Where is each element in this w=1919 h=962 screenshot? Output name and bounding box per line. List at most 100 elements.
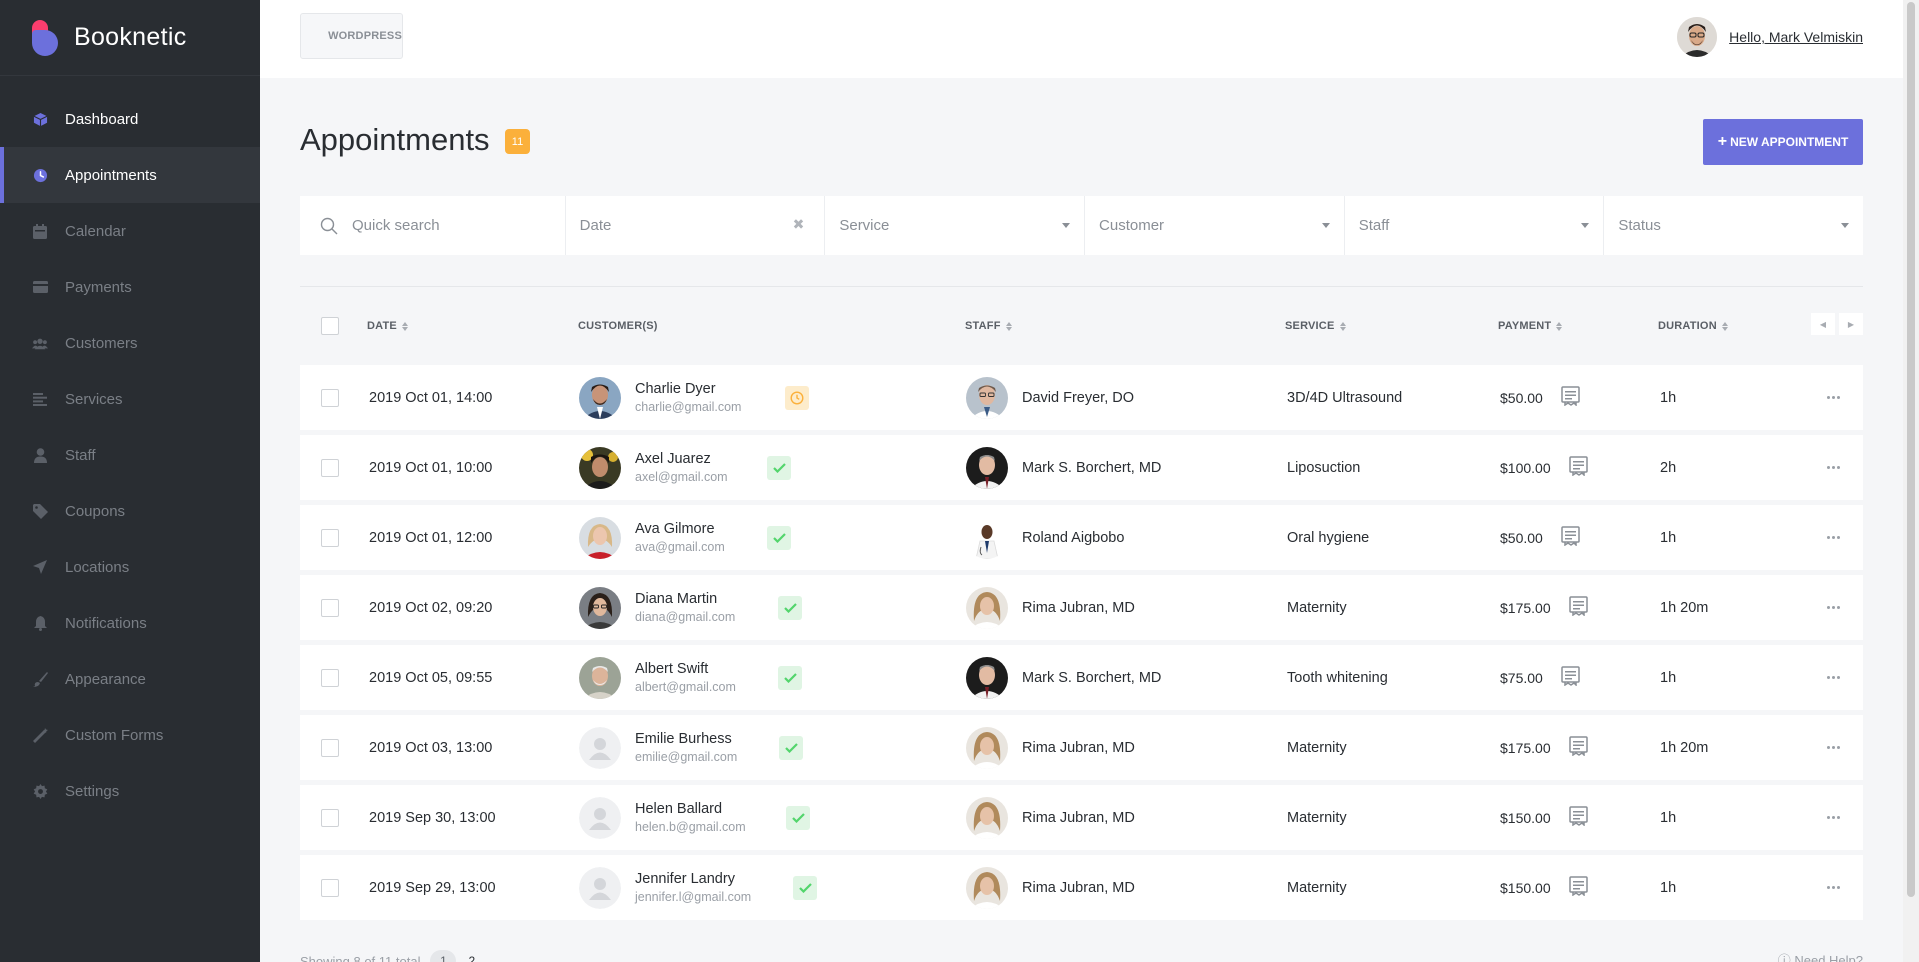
user-greeting[interactable]: Hello, Mark Velmiskin	[1729, 29, 1863, 45]
table-row[interactable]: 2019 Oct 03, 13:00 Emilie Burhess emilie@…	[300, 715, 1863, 780]
customer-cell[interactable]: Jennifer Landry jennifer.l@gmail.com	[579, 855, 751, 920]
table-row[interactable]: 2019 Oct 02, 09:20 Diana Martin diana@gma…	[300, 575, 1863, 640]
receipt-icon[interactable]	[1568, 736, 1588, 759]
sidebar-item-coupons[interactable]: Coupons	[0, 483, 260, 539]
customer-cell[interactable]: Axel Juarez axel@gmail.com	[579, 435, 728, 500]
column-date[interactable]: DATE	[367, 320, 409, 332]
sidebar-item-locations[interactable]: Locations	[0, 539, 260, 595]
row-checkbox[interactable]	[321, 855, 339, 920]
receipt-icon[interactable]	[1568, 876, 1588, 899]
service-name: Maternity	[1287, 599, 1347, 616]
status-approved-badge[interactable]	[778, 666, 802, 690]
appointment-date: 2019 Oct 01, 12:00	[369, 529, 493, 546]
select-all-checkbox[interactable]	[321, 317, 339, 335]
status-approved-badge[interactable]	[793, 876, 817, 900]
date-filter[interactable]: Date ✖	[566, 196, 826, 255]
user-menu[interactable]: Hello, Mark Velmiskin	[1677, 17, 1863, 57]
row-checkbox[interactable]	[321, 715, 339, 780]
sidebar-item-notifications[interactable]: Notifications	[0, 595, 260, 651]
credit-card-icon	[32, 279, 48, 295]
more-actions-icon[interactable]	[1827, 645, 1840, 710]
customer-cell[interactable]: Helen Ballard helen.b@gmail.com	[579, 785, 746, 850]
status-filter[interactable]: Status	[1604, 196, 1863, 255]
sidebar-item-services[interactable]: Services	[0, 371, 260, 427]
table-row[interactable]: 2019 Oct 01, 12:00 Ava Gilmore ava@gmail.…	[300, 505, 1863, 570]
more-actions-icon[interactable]	[1827, 715, 1840, 780]
sidebar-item-customers[interactable]: Customers	[0, 315, 260, 371]
receipt-icon[interactable]	[1568, 456, 1588, 479]
brand[interactable]: Booknetic	[0, 0, 260, 76]
receipt-icon[interactable]	[1561, 526, 1580, 549]
page-button-next[interactable]: 2	[468, 954, 475, 962]
check-icon	[783, 603, 797, 613]
scrollbar-thumb[interactable]	[1907, 2, 1915, 897]
receipt-icon[interactable]	[1568, 806, 1588, 829]
sidebar-item-appointments[interactable]: Appointments	[0, 147, 260, 203]
duration: 1h 20m	[1660, 599, 1709, 616]
table-row[interactable]: 2019 Sep 30, 13:00 Helen Ballard helen.b@…	[300, 785, 1863, 850]
customer-cell[interactable]: Emilie Burhess emilie@gmail.com	[579, 715, 737, 780]
new-appointment-button[interactable]: + NEW APPOINTMENT	[1703, 119, 1863, 165]
more-actions-icon[interactable]	[1827, 855, 1840, 920]
more-actions-icon[interactable]	[1827, 505, 1840, 570]
need-help-link[interactable]: ⓘ Need Help?	[1778, 950, 1863, 962]
service-filter[interactable]: Service	[825, 196, 1086, 255]
status-pending-badge[interactable]	[785, 386, 809, 410]
customer-email: diana@gmail.com	[635, 610, 736, 624]
page-scrollbar[interactable]	[1903, 0, 1919, 962]
column-staff[interactable]: STAFF	[965, 320, 1013, 332]
status-approved-badge[interactable]	[767, 456, 791, 480]
row-checkbox[interactable]	[321, 505, 339, 570]
row-checkbox[interactable]	[321, 435, 339, 500]
more-actions-icon[interactable]	[1827, 435, 1840, 500]
customer-cell[interactable]: Ava Gilmore ava@gmail.com	[579, 505, 725, 570]
customer-cell[interactable]: Charlie Dyer charlie@gmail.com	[579, 365, 741, 430]
status-approved-badge[interactable]	[778, 596, 802, 620]
customer-email: albert@gmail.com	[635, 680, 736, 694]
payment-cell: $100.00	[1500, 435, 1588, 500]
row-checkbox[interactable]	[321, 645, 339, 710]
sidebar-item-custom-forms[interactable]: Custom Forms	[0, 707, 260, 763]
clear-date-icon[interactable]: ✖	[793, 216, 805, 233]
customer-avatar	[579, 586, 621, 629]
column-service[interactable]: SERVICE	[1285, 320, 1347, 332]
more-actions-icon[interactable]	[1827, 575, 1840, 640]
more-actions-icon[interactable]	[1827, 785, 1840, 850]
sidebar-item-staff[interactable]: Staff	[0, 427, 260, 483]
sidebar-item-settings[interactable]: Settings	[0, 763, 260, 819]
column-payment[interactable]: PAYMENT	[1498, 320, 1563, 332]
user-avatar[interactable]	[1677, 17, 1718, 57]
staff-filter[interactable]: Staff	[1345, 196, 1605, 255]
page-button-current[interactable]: 1	[430, 950, 457, 962]
back-to-wordpress-button[interactable]: WORDPRESS	[300, 13, 403, 59]
row-checkbox[interactable]	[321, 575, 339, 640]
sidebar-item-appearance[interactable]: Appearance	[0, 651, 260, 707]
customer-filter[interactable]: Customer	[1085, 196, 1345, 255]
status-approved-badge[interactable]	[767, 526, 791, 550]
table-row[interactable]: 2019 Oct 01, 14:00 Charlie Dyer charlie@g…	[300, 365, 1863, 430]
receipt-icon[interactable]	[1561, 666, 1580, 689]
appointment-date: 2019 Sep 29, 13:00	[369, 879, 496, 896]
table-row[interactable]: 2019 Sep 29, 13:00 Jennifer Landry jennif…	[300, 855, 1863, 920]
status-approved-badge[interactable]	[779, 736, 803, 760]
sidebar-item-calendar[interactable]: Calendar	[0, 203, 260, 259]
chevron-left-icon[interactable]: ◀	[1811, 313, 1835, 335]
sidebar-item-payments[interactable]: Payments	[0, 259, 260, 315]
receipt-icon[interactable]	[1568, 596, 1588, 619]
more-actions-icon[interactable]	[1827, 365, 1840, 430]
table-row[interactable]: 2019 Oct 05, 09:55 Albert Swift albert@gm…	[300, 645, 1863, 710]
customer-name: Jennifer Landry	[635, 871, 735, 887]
customer-cell[interactable]: Albert Swift albert@gmail.com	[579, 645, 736, 710]
column-duration[interactable]: DURATION	[1658, 320, 1729, 332]
customer-cell[interactable]: Diana Martin diana@gmail.com	[579, 575, 735, 640]
sidebar-item-dashboard[interactable]: Dashboard	[0, 91, 260, 147]
pending-clock-icon	[790, 391, 804, 405]
table-row[interactable]: 2019 Oct 01, 10:00 Axel Juarez axel@gmail…	[300, 435, 1863, 500]
location-arrow-icon	[32, 559, 48, 575]
search-input[interactable]: Quick search	[300, 196, 566, 255]
status-approved-badge[interactable]	[786, 806, 810, 830]
row-checkbox[interactable]	[321, 785, 339, 850]
chevron-right-icon[interactable]: ▶	[1839, 313, 1863, 335]
receipt-icon[interactable]	[1561, 386, 1580, 409]
row-checkbox[interactable]	[321, 365, 339, 430]
